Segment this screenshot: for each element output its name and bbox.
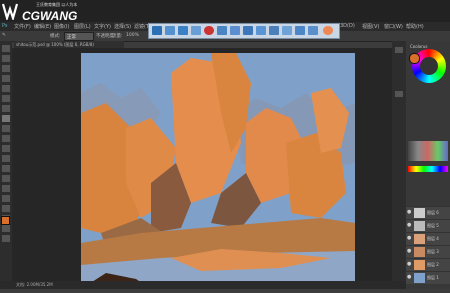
layer-row[interactable]: ● 图层 5 (406, 219, 450, 232)
zoom-tool-icon[interactable] (2, 235, 10, 242)
close-icon[interactable] (323, 26, 333, 35)
menu-window[interactable]: 窗口(W) (384, 23, 403, 30)
layer-name: 图层 3 (427, 249, 439, 254)
color-sliders[interactable] (408, 141, 448, 161)
eye-icon[interactable]: ● (407, 210, 412, 215)
tool-icon-6[interactable] (217, 26, 227, 35)
canvas-painting (81, 53, 355, 289)
history-panel-icon[interactable] (395, 47, 403, 53)
flow-label: 流量: (112, 34, 123, 39)
eye-icon[interactable]: ● (407, 275, 412, 280)
menu-help[interactable]: 帮助(H) (406, 23, 424, 30)
layer-thumbnail (414, 247, 425, 257)
eye-icon[interactable]: ● (407, 249, 412, 254)
hue-bar[interactable] (408, 166, 448, 172)
eye-icon[interactable]: ● (407, 262, 412, 267)
layer-thumbnail (414, 273, 425, 283)
menu-select[interactable]: 选择(S) (114, 23, 131, 30)
layer-name: 图层 1 (427, 275, 439, 280)
properties-panel-icon[interactable] (395, 91, 403, 97)
brand-name: CGWANG (22, 9, 78, 23)
menu-image[interactable]: 图像(I) (54, 23, 69, 30)
layer-thumbnail (414, 260, 425, 270)
brand-subtitle: 王氏教育集团 以人为本 (36, 2, 78, 7)
quick-select-tool-icon[interactable] (2, 75, 10, 82)
menu-3d[interactable]: 3D(D) (340, 23, 355, 29)
eye-icon[interactable]: ● (407, 223, 412, 228)
crop-tool-icon[interactable] (2, 85, 10, 92)
status-bar (0, 281, 406, 289)
path-select-tool-icon[interactable] (2, 205, 10, 212)
layer-name: 图层 5 (427, 223, 439, 228)
menu-layer[interactable]: 图层(L) (74, 23, 91, 30)
menu-type[interactable]: 文字(Y) (94, 23, 111, 30)
layer-thumbnail (414, 221, 425, 231)
layer-thumbnail (414, 234, 425, 244)
layer-name: 图层 6 (427, 210, 439, 215)
layer-row[interactable]: ● 图层 4 (406, 232, 450, 245)
layer-thumbnail (414, 208, 425, 218)
status-text: 文档: 2.00M/35.2M (16, 282, 53, 287)
move-tool-icon[interactable] (2, 45, 10, 52)
blur-tool-icon[interactable] (2, 165, 10, 172)
flow-value[interactable]: 100% (126, 33, 139, 38)
tools-panel (0, 41, 13, 281)
tool-icon-11[interactable] (282, 26, 292, 35)
tool-icon-9[interactable] (256, 26, 266, 35)
tool-icon-7[interactable] (230, 26, 240, 35)
color-wheel-center (420, 57, 438, 75)
eyedropper-tool-icon[interactable] (2, 95, 10, 102)
menu-view[interactable]: 视图(V) (362, 23, 379, 30)
type-tool-icon[interactable] (2, 195, 10, 202)
stamp-tool-icon[interactable] (2, 125, 10, 132)
floating-toolbar (148, 23, 340, 39)
tool-icon-13[interactable] (308, 26, 318, 35)
current-color-swatch[interactable] (409, 53, 420, 64)
color-panel-title: Coolorus (410, 44, 428, 49)
tool-icon-2[interactable] (165, 26, 175, 35)
gradient-tool-icon[interactable] (2, 155, 10, 162)
lasso-tool-icon[interactable] (2, 65, 10, 72)
tool-icon-12[interactable] (295, 26, 305, 35)
record-icon[interactable] (204, 26, 214, 35)
mode-value: 正常 (67, 35, 76, 40)
menu-edit[interactable]: 编辑(E) (34, 23, 51, 30)
pen-tool-icon[interactable] (2, 185, 10, 192)
mode-select[interactable]: 正常 (64, 32, 94, 41)
eye-icon[interactable]: ● (407, 236, 412, 241)
tool-icon-1[interactable] (152, 26, 162, 35)
layer-name: 图层 2 (427, 262, 439, 267)
tool-icon-4[interactable] (191, 26, 201, 35)
tool-icon-8[interactable] (243, 26, 253, 35)
canvas[interactable] (81, 53, 355, 289)
layer-row[interactable]: ● 图层 2 (406, 258, 450, 271)
panel-dock-strip (392, 41, 406, 281)
eraser-tool-icon[interactable] (2, 145, 10, 152)
menu-file[interactable]: 文件(F) (14, 23, 31, 30)
healing-tool-icon[interactable] (2, 105, 10, 112)
brush-preset-icon[interactable]: ✎ (2, 33, 6, 38)
history-brush-tool-icon[interactable] (2, 135, 10, 142)
brand-logo (1, 2, 22, 22)
foreground-color-swatch[interactable] (1, 216, 10, 225)
layer-row[interactable]: ● 图层 3 (406, 245, 450, 258)
tool-icon-3[interactable] (178, 26, 188, 35)
marquee-tool-icon[interactable] (2, 55, 10, 62)
brush-tool-icon[interactable] (2, 115, 10, 122)
layer-row[interactable]: ● 图层 6 (406, 206, 450, 219)
hand-tool-icon[interactable] (2, 225, 10, 232)
layer-row[interactable]: ● 图层 1 (406, 271, 450, 284)
dodge-tool-icon[interactable] (2, 175, 10, 182)
layer-name: 图层 4 (427, 236, 439, 241)
mode-label: 模式: (50, 34, 61, 39)
tool-icon-10[interactable] (269, 26, 279, 35)
app-badge: Ps (2, 23, 8, 29)
